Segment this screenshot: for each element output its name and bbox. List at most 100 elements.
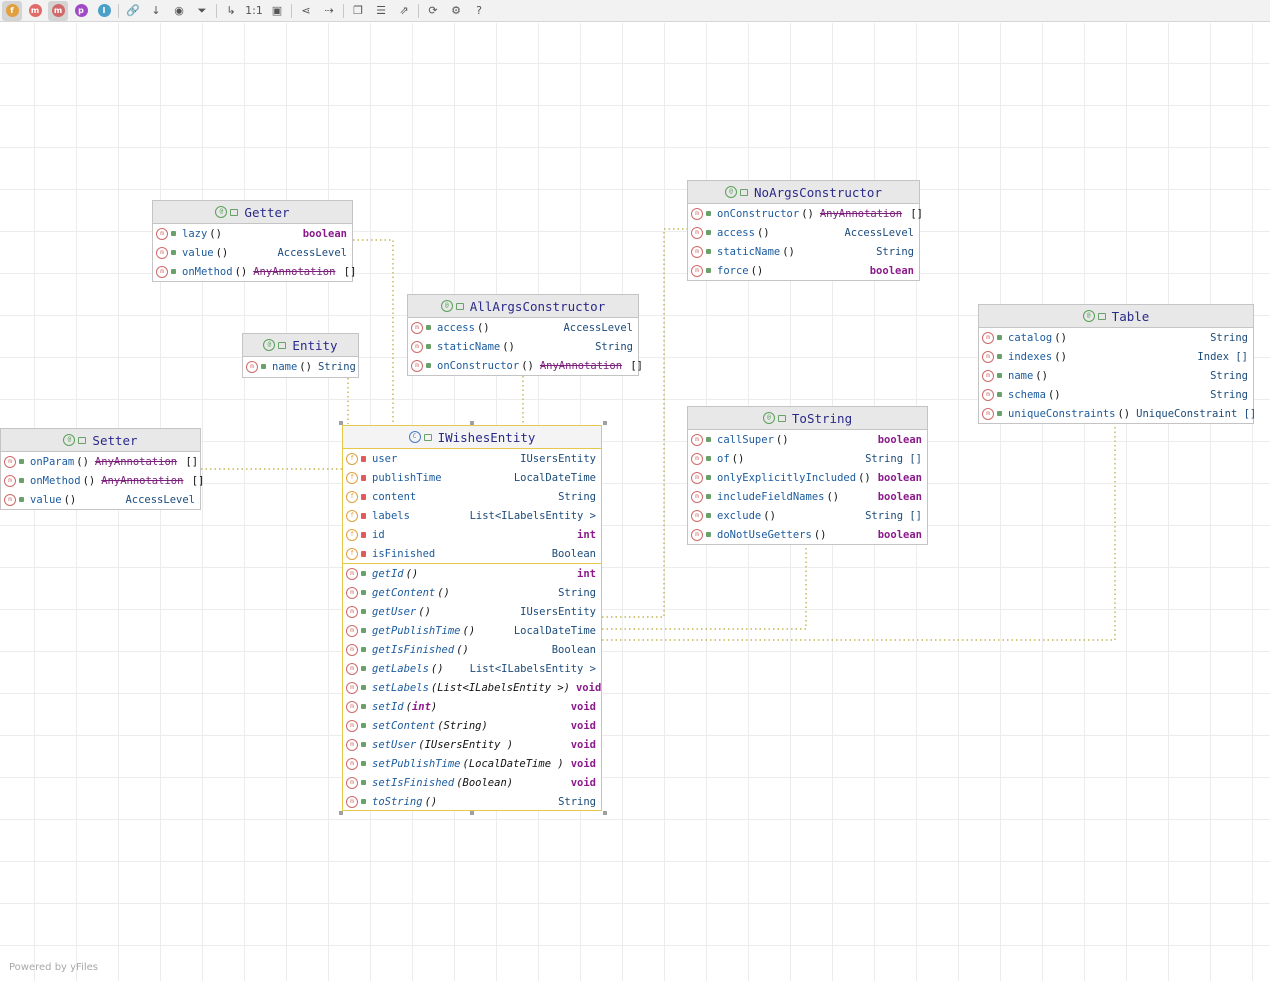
- member-row[interactable]: m staticName() String: [688, 242, 919, 261]
- method-row[interactable]: m getContent() String: [343, 583, 601, 602]
- member-row[interactable]: m includeFieldNames() boolean: [688, 487, 927, 506]
- member-name: value: [182, 246, 214, 259]
- method-row[interactable]: m setId (int) void: [343, 697, 601, 716]
- member-name: value: [30, 493, 62, 506]
- field-name: publishTime: [372, 471, 442, 484]
- method-row[interactable]: m setUser (IUsersEntity ) void: [343, 735, 601, 754]
- member-row[interactable]: m schema() String: [979, 385, 1253, 404]
- member-params: (): [521, 359, 534, 372]
- method-name: setPublishTime: [372, 757, 461, 770]
- public-icon: [455, 302, 464, 310]
- method-row[interactable]: m setContent (String) void: [343, 716, 601, 735]
- method-params: (): [405, 567, 419, 580]
- method-icon: m: [346, 681, 358, 694]
- iwishesentity-class-node[interactable]: C IWishesEntity f user IUsersEntity f publish…: [342, 425, 602, 811]
- method-icon: m: [691, 452, 703, 465]
- method-row[interactable]: m setLabels (List<ILabelsEntity >) void: [343, 678, 601, 697]
- setter-annotation-node[interactable]: @ Setter m onParam() AnyAnnotation [] m onMet…: [0, 428, 204, 510]
- field-icon: f: [346, 471, 358, 484]
- member-row[interactable]: m catalog() String: [979, 328, 1253, 347]
- method-row[interactable]: m getLabels() List<ILabelsEntity >: [343, 659, 601, 678]
- field-row[interactable]: f isFinished Boolean: [343, 544, 601, 563]
- table-annotation-node[interactable]: @ Table m catalog() String m indexes() Index […: [978, 304, 1256, 424]
- entity-annotation-node[interactable]: @ Entity m name() String: [242, 333, 359, 378]
- member-row[interactable]: m name() String: [243, 357, 358, 376]
- member-row[interactable]: m doNotUseGetters() boolean: [688, 525, 927, 544]
- member-name: includeFieldNames: [717, 490, 825, 503]
- field-name: labels: [372, 509, 410, 522]
- member-row[interactable]: m value() AccessLevel: [153, 243, 352, 262]
- selection-handle[interactable]: [470, 811, 474, 815]
- member-row[interactable]: m onMethod() AnyAnnotation []: [153, 262, 356, 281]
- field-name: user: [372, 452, 398, 465]
- field-row[interactable]: f content String: [343, 487, 601, 506]
- noargsconstructor-annotation-node[interactable]: @ NoArgsConstructor m onConstructor() AnyAn…: [687, 180, 923, 281]
- member-row[interactable]: m exclude() String []: [688, 506, 927, 525]
- public-icon: [278, 341, 287, 349]
- method-icon: m: [346, 738, 358, 751]
- member-row[interactable]: m name() String: [979, 366, 1253, 385]
- method-row[interactable]: m getUser() IUsersEntity: [343, 602, 601, 621]
- getter-annotation-node[interactable]: @ Getter m lazy() boolean m value() AccessLeve…: [152, 200, 356, 282]
- member-row[interactable]: m staticName() String: [408, 337, 638, 356]
- method-name: getContent: [372, 586, 436, 599]
- method-row[interactable]: m toString() String: [343, 792, 601, 811]
- selection-handle[interactable]: [339, 811, 343, 815]
- member-row[interactable]: m access() AccessLevel: [688, 223, 919, 242]
- member-row[interactable]: m force() boolean: [688, 261, 919, 280]
- selection-handle[interactable]: [470, 421, 474, 425]
- field-row[interactable]: f user IUsersEntity: [343, 449, 601, 468]
- member-row[interactable]: m onConstructor() AnyAnnotation []: [408, 356, 643, 375]
- method-row[interactable]: m setPublishTime (LocalDateTime ) void: [343, 754, 601, 773]
- method-row[interactable]: m getIsFinished() Boolean: [343, 640, 601, 659]
- node-title: Entity: [292, 337, 338, 353]
- field-type: IUsersEntity: [520, 452, 596, 465]
- field-row[interactable]: f labels List<ILabelsEntity >: [343, 506, 601, 525]
- method-return-type: IUsersEntity: [520, 605, 596, 618]
- member-row[interactable]: m onParam() AnyAnnotation []: [1, 452, 200, 471]
- member-row[interactable]: m lazy() boolean: [153, 224, 352, 243]
- method-row[interactable]: m getPublishTime() LocalDateTime: [343, 621, 601, 640]
- public-icon: [361, 628, 366, 633]
- member-row[interactable]: m onMethod() AnyAnnotation []: [1, 471, 204, 490]
- public-icon: [423, 433, 432, 441]
- member-row[interactable]: m value() AccessLevel: [1, 490, 200, 509]
- member-row[interactable]: m access() AccessLevel: [408, 318, 638, 337]
- field-type: LocalDateTime: [513, 471, 596, 484]
- tostring-annotation-node[interactable]: @ ToString m callSuper() boolean m of() String…: [687, 406, 928, 545]
- member-name: staticName: [437, 340, 501, 353]
- public-icon: [230, 208, 239, 216]
- member-row[interactable]: m onlyExplicitlyIncluded() boolean: [688, 468, 927, 487]
- method-icon: m: [346, 643, 358, 656]
- field-type: Boolean: [551, 547, 596, 560]
- field-type: List<ILabelsEntity >: [469, 509, 596, 522]
- member-params: (): [215, 246, 229, 259]
- member-row[interactable]: m indexes() Index []: [979, 347, 1253, 366]
- member-row[interactable]: m uniqueConstraints() UniqueConstraint []: [979, 404, 1256, 423]
- method-icon: m: [4, 493, 16, 506]
- public-icon: [19, 459, 24, 464]
- method-return-type: String: [558, 586, 596, 599]
- allargsconstructor-annotation-node[interactable]: @ AllArgsConstructor m access() AccessLevel…: [407, 294, 643, 376]
- selection-handle[interactable]: [603, 811, 607, 815]
- member-name: name: [1008, 369, 1034, 382]
- method-icon: m: [346, 719, 358, 732]
- public-icon: [706, 249, 711, 254]
- member-type: String []: [865, 509, 922, 522]
- member-row[interactable]: m of() String []: [688, 449, 927, 468]
- method-row[interactable]: m getId() int: [343, 564, 601, 583]
- field-row[interactable]: f id int: [343, 525, 601, 544]
- selection-handle[interactable]: [603, 421, 607, 425]
- method-params: (LocalDateTime ): [462, 757, 564, 770]
- member-row[interactable]: m onConstructor() AnyAnnotation []: [688, 204, 923, 223]
- method-icon: m: [691, 490, 703, 503]
- methods-section: m getId() int m getContent() String m getUser()…: [343, 563, 601, 811]
- method-params: (): [456, 643, 469, 656]
- field-row[interactable]: f publishTime LocalDateTime: [343, 468, 601, 487]
- method-row[interactable]: m setIsFinished (Boolean) void: [343, 773, 601, 792]
- annotation-icon: @: [725, 186, 738, 198]
- method-icon: m: [691, 207, 703, 220]
- fields-section: f user IUsersEntity f publishTime LocalDateTi…: [343, 449, 601, 563]
- member-row[interactable]: m callSuper() boolean: [688, 430, 927, 449]
- selection-handle[interactable]: [339, 421, 343, 425]
